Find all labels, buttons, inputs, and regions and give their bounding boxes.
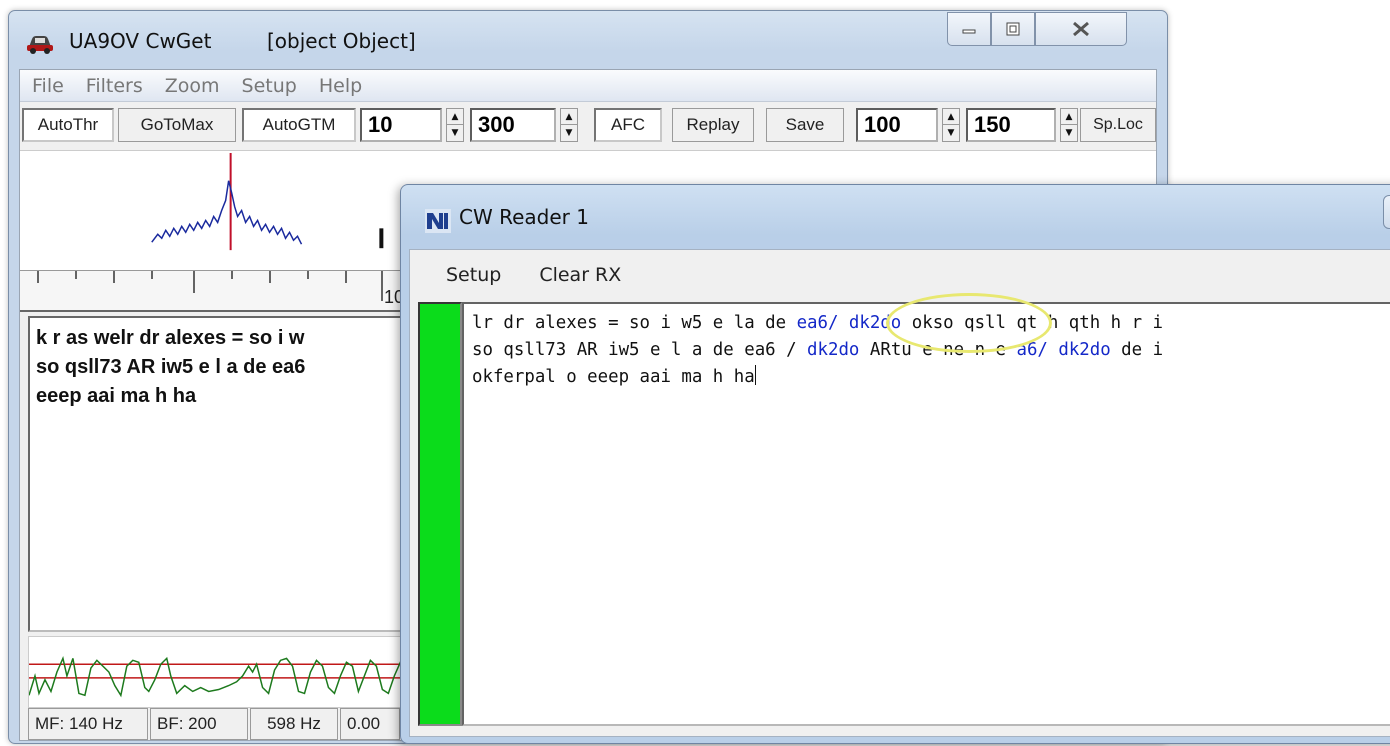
menu-file[interactable]: File xyxy=(32,75,64,97)
toolbar: AutoThr GoToMax AutoGTM 10 ▲ ▼ 300 ▲ ▼ A… xyxy=(20,104,1156,146)
reader-text-segment: lr dr alexes = so i w5 e la de xyxy=(472,313,797,333)
spin-up-icon[interactable]: ▲ xyxy=(561,109,577,125)
close-icon xyxy=(1073,21,1089,37)
threshold-input[interactable]: 10 xyxy=(360,108,442,142)
tuning-indicator-bar xyxy=(418,302,462,726)
callsign-text: dk2do xyxy=(807,340,860,360)
sploc-button[interactable]: Sp.Loc xyxy=(1080,108,1156,142)
bandwidth-input[interactable]: 300 xyxy=(470,108,556,142)
bandwidth-spinner[interactable]: ▲ ▼ xyxy=(560,108,578,142)
replay-button[interactable]: Replay xyxy=(672,108,754,142)
minimize-button[interactable] xyxy=(947,12,991,46)
spin-up-icon[interactable]: ▲ xyxy=(1061,109,1077,125)
reader-text-segment: okferpal o eeep aai ma h ha xyxy=(472,367,755,387)
autogtm-button[interactable]: AutoGTM xyxy=(242,108,356,142)
reader-menu-clear-rx[interactable]: Clear RX xyxy=(539,264,621,286)
reader-caption-button[interactable] xyxy=(1383,195,1390,229)
autothr-button[interactable]: AutoThr xyxy=(22,108,114,142)
spin-down-icon[interactable]: ▼ xyxy=(561,125,577,141)
threshold-spinner[interactable]: ▲ ▼ xyxy=(446,108,464,142)
callsign-text: a6/ dk2do xyxy=(1016,340,1111,360)
reader-line: okferpal o eeep aai ma h ha xyxy=(472,364,1390,391)
reader-menu-bar: Setup Clear RX xyxy=(410,250,1390,300)
reader-client: Setup Clear RX lr dr alexes = so i w5 e … xyxy=(409,249,1390,737)
tuning-marker xyxy=(379,228,384,249)
menu-setup[interactable]: Setup xyxy=(242,75,297,97)
status-bar: MF: 140 Hz BF: 200 598 Hz 0.00 xyxy=(28,708,402,740)
minimize-icon xyxy=(962,29,976,34)
spin-down-icon[interactable]: ▼ xyxy=(1061,125,1077,141)
reader-text-segment: ARtu e ne n e xyxy=(859,340,1017,360)
limit-spinner[interactable]: ▲ ▼ xyxy=(1060,108,1078,142)
text-caret xyxy=(754,365,756,385)
registration-status: [object Object] xyxy=(267,29,416,53)
maximize-icon xyxy=(1006,22,1020,36)
cwget-titlebar[interactable]: UA9OV CwGet [object Object] xyxy=(9,11,1167,67)
spin-down-icon[interactable]: ▼ xyxy=(943,125,959,141)
reader-text-segment: okso qsll qt h qth h r i xyxy=(901,313,1164,333)
maximize-button[interactable] xyxy=(991,12,1035,46)
ruler-ticks xyxy=(37,271,383,301)
bf-status: BF: 200 xyxy=(150,708,248,740)
afc-button[interactable]: AFC xyxy=(594,108,662,142)
menu-help[interactable]: Help xyxy=(319,75,362,97)
spin-up-icon[interactable]: ▲ xyxy=(447,109,463,125)
callsign-text: ea6/ dk2do xyxy=(796,313,902,333)
level-status: 0.00 xyxy=(340,708,400,740)
reader-line: so qsll73 AR iw5 e l a de ea6 / dk2do AR… xyxy=(472,337,1390,364)
window-title: UA9OV CwGet xyxy=(69,29,212,53)
speed-input[interactable]: 100 xyxy=(856,108,938,142)
reader-text-segment: de i xyxy=(1110,340,1164,360)
menu-zoom[interactable]: Zoom xyxy=(165,75,220,97)
reader-text-segment: so qsll73 AR iw5 e l a de ea6 / xyxy=(472,340,808,360)
reader-menu-setup[interactable]: Setup xyxy=(446,264,501,286)
speed-spinner[interactable]: ▲ ▼ xyxy=(942,108,960,142)
save-button[interactable]: Save xyxy=(766,108,844,142)
close-button[interactable] xyxy=(1035,12,1127,46)
spin-up-icon[interactable]: ▲ xyxy=(943,109,959,125)
spin-down-icon[interactable]: ▼ xyxy=(447,125,463,141)
menu-filters[interactable]: Filters xyxy=(86,75,143,97)
menu-bar: File Filters Zoom Setup Help xyxy=(20,70,1156,102)
mf-status: MF: 140 Hz xyxy=(28,708,148,740)
car-icon xyxy=(27,36,53,54)
n1mm-logo-icon xyxy=(425,209,451,233)
reader-text-area[interactable]: lr dr alexes = so i w5 e la de ea6/ dk2d… xyxy=(462,302,1390,726)
gotomax-button[interactable]: GoToMax xyxy=(118,108,236,142)
reader-title: CW Reader 1 xyxy=(459,205,589,229)
cw-reader-window[interactable]: CW Reader 1 Setup Clear RX lr dr alexes … xyxy=(400,184,1390,744)
frequency-status: 598 Hz xyxy=(250,708,338,740)
spectrum-trace xyxy=(151,180,303,245)
limit-input[interactable]: 150 xyxy=(966,108,1056,142)
reader-line: lr dr alexes = so i w5 e la de ea6/ dk2d… xyxy=(472,310,1390,337)
